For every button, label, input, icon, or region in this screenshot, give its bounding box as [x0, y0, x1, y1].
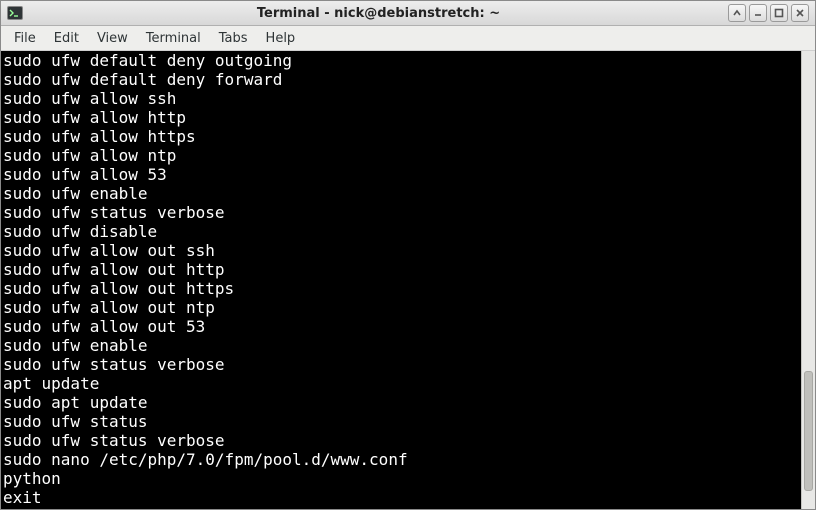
terminal-app-icon	[7, 5, 23, 21]
maximize-button[interactable]	[770, 4, 788, 22]
terminal-line: sudo ufw allow 53	[3, 165, 799, 184]
terminal-line: sudo ufw default deny outgoing	[3, 51, 799, 70]
window-titlebar: Terminal - nick@debianstretch: ~	[1, 1, 815, 26]
terminal-line: sudo apt update	[3, 393, 799, 412]
window-controls	[728, 4, 809, 22]
menu-help[interactable]: Help	[257, 28, 305, 49]
terminal-line: sudo ufw status	[3, 412, 799, 431]
scrollbar-thumb[interactable]	[804, 371, 813, 491]
terminal-line: sudo ufw disable	[3, 222, 799, 241]
terminal-line: sudo ufw default deny forward	[3, 70, 799, 89]
terminal-line: sudo ufw allow out ssh	[3, 241, 799, 260]
terminal-line: sudo ufw allow out http	[3, 260, 799, 279]
menu-tabs[interactable]: Tabs	[210, 28, 257, 49]
terminal-area-wrap: sudo ufw default deny outgoingsudo ufw d…	[1, 51, 815, 509]
terminal-line: apt update	[3, 374, 799, 393]
terminal-line: sudo nano /etc/php/7.0/fpm/pool.d/www.co…	[3, 450, 799, 469]
terminal-line: sudo ufw status verbose	[3, 203, 799, 222]
terminal-window: Terminal - nick@debianstretch: ~ File Ed…	[0, 0, 816, 510]
rollup-button[interactable]	[728, 4, 746, 22]
menu-file[interactable]: File	[5, 28, 45, 49]
terminal-output[interactable]: sudo ufw default deny outgoingsudo ufw d…	[1, 51, 801, 509]
terminal-line: sudo ufw status verbose	[3, 431, 799, 450]
terminal-line: sudo ufw allow ntp	[3, 146, 799, 165]
terminal-line: exit	[3, 488, 799, 507]
terminal-line: sudo ufw allow out https	[3, 279, 799, 298]
terminal-line: sudo ufw allow ssh	[3, 89, 799, 108]
menu-edit[interactable]: Edit	[45, 28, 88, 49]
menu-view[interactable]: View	[88, 28, 137, 49]
terminal-line: sudo ufw status verbose	[3, 355, 799, 374]
window-title: Terminal - nick@debianstretch: ~	[29, 6, 728, 21]
scrollbar-vertical[interactable]	[801, 51, 815, 509]
close-button[interactable]	[791, 4, 809, 22]
terminal-line: sudo ufw allow out 53	[3, 317, 799, 336]
menu-terminal[interactable]: Terminal	[137, 28, 210, 49]
terminal-line: sudo ufw enable	[3, 184, 799, 203]
terminal-line: sudo ufw allow out ntp	[3, 298, 799, 317]
terminal-line: sudo ufw enable	[3, 336, 799, 355]
minimize-button[interactable]	[749, 4, 767, 22]
menu-bar: File Edit View Terminal Tabs Help	[1, 26, 815, 51]
terminal-line: sudo ufw allow http	[3, 108, 799, 127]
terminal-line: sudo ufw allow https	[3, 127, 799, 146]
terminal-line: python	[3, 469, 799, 488]
